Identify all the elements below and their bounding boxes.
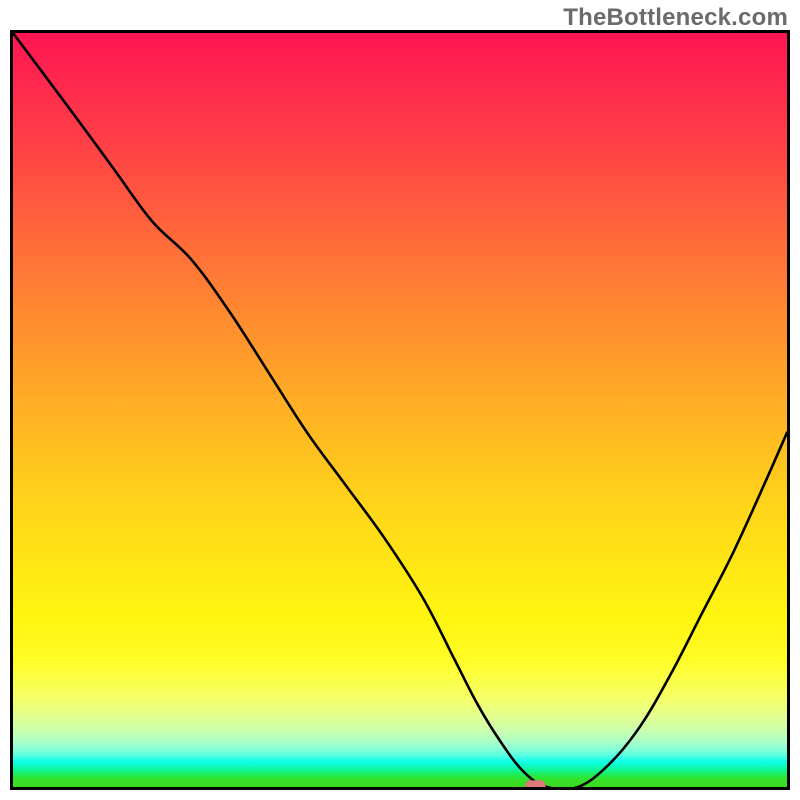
bottleneck-curve	[13, 33, 787, 787]
plot-svg	[13, 33, 787, 787]
plot-area	[10, 30, 790, 790]
optimum-marker	[525, 781, 545, 788]
watermark-text: TheBottleneck.com	[563, 4, 788, 32]
chart-frame: TheBottleneck.com	[0, 0, 800, 800]
